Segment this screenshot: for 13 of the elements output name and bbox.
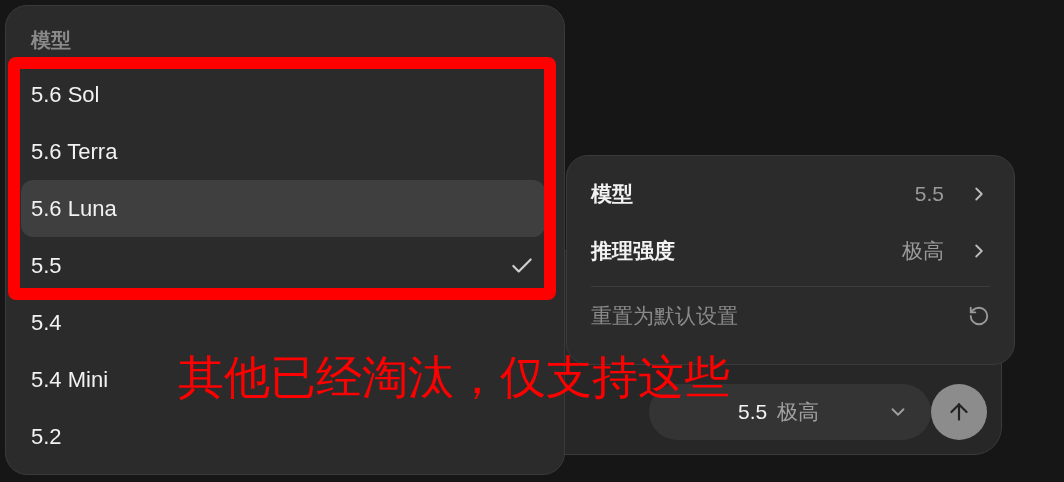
reset-row[interactable]: 重置为默认设置: [591, 287, 990, 344]
menu-header: 模型: [29, 28, 72, 53]
settings-row[interactable]: 模型 5.5: [591, 165, 990, 222]
menu-item[interactable]: 5.6 Sol: [31, 78, 100, 111]
menu-item[interactable]: 5.2: [31, 420, 62, 453]
settings-row[interactable]: 推理强度 极高: [591, 222, 990, 279]
send-button[interactable]: [931, 384, 987, 440]
menu-item[interactable]: 5.6 Luna: [21, 180, 545, 237]
reset-icon: [968, 304, 990, 327]
menu-item[interactable]: 5.4 Mini: [31, 363, 109, 396]
menu-item[interactable]: 5.4: [31, 306, 62, 339]
menu-item[interactable]: 5.5: [21, 237, 545, 294]
menu-item[interactable]: 5.6 Terra: [31, 135, 118, 168]
